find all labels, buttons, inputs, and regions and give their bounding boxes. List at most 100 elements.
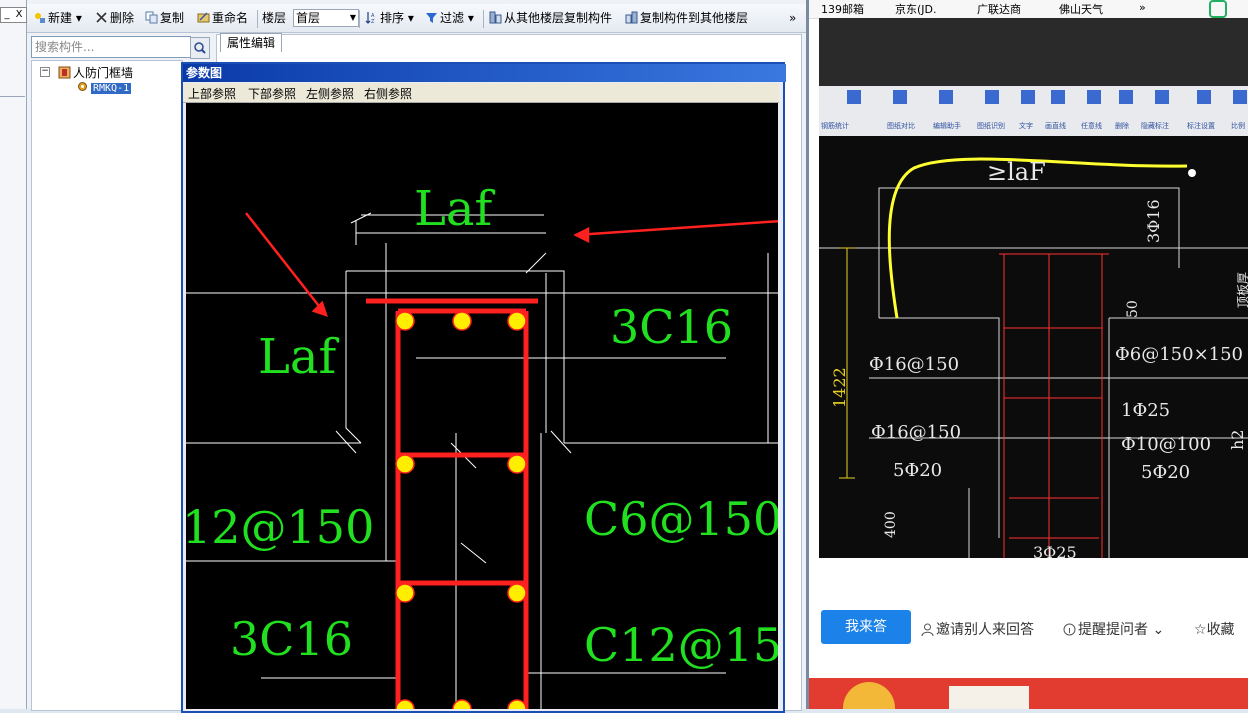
toolbar-overflow-button[interactable]: » xyxy=(789,10,796,27)
invite-answer-button[interactable]: 邀请别人来回答 xyxy=(921,619,1034,639)
cad-label-bottom-spacing: C12@150 xyxy=(584,618,778,672)
collapsed-panel-body xyxy=(0,26,25,97)
banner-graphic xyxy=(843,682,1029,713)
gear-icon xyxy=(78,82,87,91)
menu-right-reference[interactable]: 右侧参照 xyxy=(364,85,412,102)
ad-banner[interactable] xyxy=(809,678,1248,713)
menu-bottom-reference[interactable]: 下部参照 xyxy=(248,85,296,102)
cad-label-stirrup: C6@150* xyxy=(584,492,778,546)
remind-label: 提醒提问者 xyxy=(1078,622,1148,638)
tree-item-child[interactable]: RMKQ-1 xyxy=(76,80,132,94)
photo-label-left-spacing-2: Φ16@150 xyxy=(871,422,961,443)
photo-tool-label: 标注设置 xyxy=(1187,121,1215,130)
photo-tool-label: 文字 xyxy=(1019,121,1033,130)
svg-text:Z: Z xyxy=(371,19,375,24)
photo-label-stirrup: Φ6@150×150 xyxy=(1115,344,1243,365)
cad-label-laf-top: Laf xyxy=(414,181,495,237)
rebar-dot xyxy=(507,311,527,331)
photo-label-bottom-right: 5Φ20 xyxy=(1141,462,1190,483)
rebar-dot xyxy=(507,454,527,474)
tree-item-root[interactable]: 人防门框墙 xyxy=(58,64,133,81)
mini-window-controls: _ X xyxy=(0,7,27,23)
rename-button[interactable]: 重命名 xyxy=(197,10,248,27)
rebar-dot xyxy=(395,454,415,474)
sort-button[interactable]: A Z 排序 ▾ xyxy=(365,10,414,27)
photo-label-mid-spacing: Φ10@100 xyxy=(1121,434,1211,455)
photo-tool-label: 任意线 xyxy=(1081,121,1102,130)
cad-ticks xyxy=(335,212,572,454)
menu-left-reference[interactable]: 左侧参照 xyxy=(306,85,354,102)
photo-label-laf: ≥laF xyxy=(987,158,1046,186)
new-button[interactable]: 新建 ▾ xyxy=(33,10,82,27)
photo-label-bottom-left: 5Φ20 xyxy=(893,460,942,481)
filter-icon xyxy=(426,13,437,23)
bookmark-glodon[interactable]: 广联达商 xyxy=(977,1,1021,17)
rebar-dots xyxy=(395,311,527,709)
remind-asker-button[interactable]: 提醒提问者 ⌄ xyxy=(1063,619,1164,639)
copy-icon xyxy=(145,11,158,24)
left-collapsed-panel: _ X xyxy=(0,0,27,709)
copy-button[interactable]: 复制 xyxy=(145,10,184,27)
minimize-button[interactable]: _ xyxy=(1,8,13,21)
bookmark-overflow[interactable]: » xyxy=(1139,1,1146,14)
photo-tool-label: 隐藏标注 xyxy=(1141,121,1169,130)
copy-to-floor-button[interactable]: 复制构件到其他楼层 xyxy=(625,10,748,27)
rebar-dot xyxy=(507,583,527,603)
bookmark-jd[interactable]: 京东(JD. xyxy=(895,1,937,17)
bookmark-139mail[interactable]: 139邮箱 xyxy=(821,1,864,17)
question-photo: 钢筋统计 图纸对比 编辑助手 图纸识别 文字 画直线 任意线 删除 隐藏标注 标… xyxy=(819,18,1248,558)
photo-label-dim-50: 50 xyxy=(1125,300,1141,318)
toolbar-separator xyxy=(483,10,484,28)
menu-top-reference[interactable]: 上部参照 xyxy=(188,85,236,102)
cad-label-top-bars: 3C16 xyxy=(610,300,733,354)
answer-button[interactable]: 我来答 xyxy=(821,610,911,644)
copy-from-floor-button[interactable]: 从其他楼层复制构件 xyxy=(489,10,612,27)
tree-collapse-toggle[interactable]: − xyxy=(40,67,50,77)
bookmarks-bar: 139邮箱 京东(JD. 广联达商 佛山天气 » xyxy=(809,0,1248,19)
cad-drawing-canvas: Laf Laf 3C16 12@150 C6@150* 3C16 C12@150 xyxy=(186,103,778,709)
photo-tool-label: 编辑助手 xyxy=(933,121,961,130)
photo-tool-label: 比例 xyxy=(1231,121,1245,130)
floor-select[interactable]: 首层 ▼ xyxy=(293,9,359,27)
cursor-icon xyxy=(1188,169,1196,177)
favorite-label: 收藏 xyxy=(1206,622,1235,638)
cad-label-left-bottom-bars: 3C16 xyxy=(230,612,353,666)
rebar-dot xyxy=(395,583,415,603)
chevron-down-icon: ▼ xyxy=(349,13,356,22)
search-button[interactable] xyxy=(190,37,210,59)
photo-label-left-spacing-1: Φ16@150 xyxy=(869,354,959,375)
photo-label-bottom-bar: 3Φ25 xyxy=(1033,543,1077,558)
chevron-down-icon: ⌄ xyxy=(1152,622,1165,638)
photo-tool-label: 图纸对比 xyxy=(887,121,915,130)
tree-root-label: 人防门框墙 xyxy=(73,66,134,80)
close-button[interactable]: X xyxy=(13,8,25,21)
photo-label-h2: h2 xyxy=(1228,430,1247,450)
tab-property-edit[interactable]: 属性编辑 xyxy=(220,33,282,52)
copy-label: 复制 xyxy=(160,11,185,25)
cad-label-left-spacing: 12@150 xyxy=(186,500,374,554)
floor-label: 楼层 xyxy=(262,11,287,25)
wall-folder-icon xyxy=(58,66,71,79)
extension-icon[interactable] xyxy=(1209,0,1227,18)
copy-to-floor-icon xyxy=(625,11,638,24)
component-tree xyxy=(31,60,183,711)
rebar-outline xyxy=(366,298,538,709)
toolbar-separator xyxy=(359,10,360,28)
star-icon: ☆ xyxy=(1194,622,1207,638)
bookmark-weather[interactable]: 佛山天气 xyxy=(1059,1,1103,17)
new-label: 新建 xyxy=(48,11,73,25)
component-search-input[interactable]: 搜索构件... xyxy=(31,36,191,58)
delete-button[interactable]: 删除 xyxy=(95,10,134,27)
photo-label-top-bar: 3Φ16 xyxy=(1144,199,1163,243)
new-icon xyxy=(35,13,45,23)
photo-label-single-bar: 1Φ25 xyxy=(1121,400,1170,421)
copy-from-floor-label: 从其他楼层复制构件 xyxy=(504,11,613,25)
photo-tool-label: 画直线 xyxy=(1045,121,1066,130)
favorite-button[interactable]: ☆收藏 xyxy=(1194,619,1235,639)
photo-label-side-text: 顶板厚 xyxy=(1236,272,1248,308)
tree-child-label: RMKQ-1 xyxy=(91,83,132,94)
filter-button[interactable]: 过滤 ▾ xyxy=(425,10,474,27)
rename-icon xyxy=(197,12,210,23)
photo-tool-label: 钢筋统计 xyxy=(821,121,849,130)
cad-text-labels: Laf Laf 3C16 12@150 C6@150* 3C16 C12@150 xyxy=(186,181,778,672)
